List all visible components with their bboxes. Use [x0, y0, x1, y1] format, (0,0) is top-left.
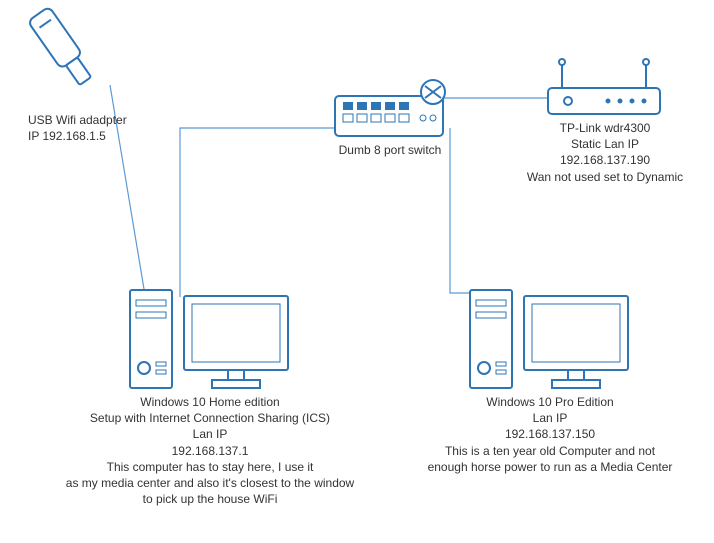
router-line2: Static Lan IP [510, 136, 700, 152]
pc-home-line7: to pick up the house WiFi [50, 491, 370, 507]
switch-label: Dumb 8 port switch [310, 142, 470, 158]
pc-pro-line1: Windows 10 Pro Edition [400, 394, 700, 410]
router-line4: Wan not used set to Dynamic [510, 169, 700, 185]
pc-pro-line5: enough horse power to run as a Media Cen… [400, 459, 700, 475]
pc-pro-line4: This is a ten year old Computer and not [400, 443, 700, 459]
pc-home-label: Windows 10 Home edition Setup with Inter… [50, 394, 370, 507]
usb-wifi-adapter-label: USB Wifi adadpter IP 192.168.1.5 [28, 112, 127, 144]
pc-pro-line3: 192.168.137.150 [400, 426, 700, 442]
pc-home-line2: Setup with Internet Connection Sharing (… [50, 410, 370, 426]
router-label: TP-Link wdr4300 Static Lan IP 192.168.13… [510, 120, 700, 185]
pc-home-line4: 192.168.137.1 [50, 443, 370, 459]
pc-home-line3: Lan IP [50, 426, 370, 442]
router-line1: TP-Link wdr4300 [510, 120, 700, 136]
router-line3: 192.168.137.190 [510, 152, 700, 168]
pc-pro-line2: Lan IP [400, 410, 700, 426]
pc-home-line1: Windows 10 Home edition [50, 394, 370, 410]
pc-home-line5: This computer has to stay here, I use it [50, 459, 370, 475]
pc-home-line6: as my media center and also it's closest… [50, 475, 370, 491]
usb-wifi-line1: USB Wifi adadpter [28, 112, 127, 128]
usb-wifi-line2: IP 192.168.1.5 [28, 128, 127, 144]
pc-pro-label: Windows 10 Pro Edition Lan IP 192.168.13… [400, 394, 700, 475]
